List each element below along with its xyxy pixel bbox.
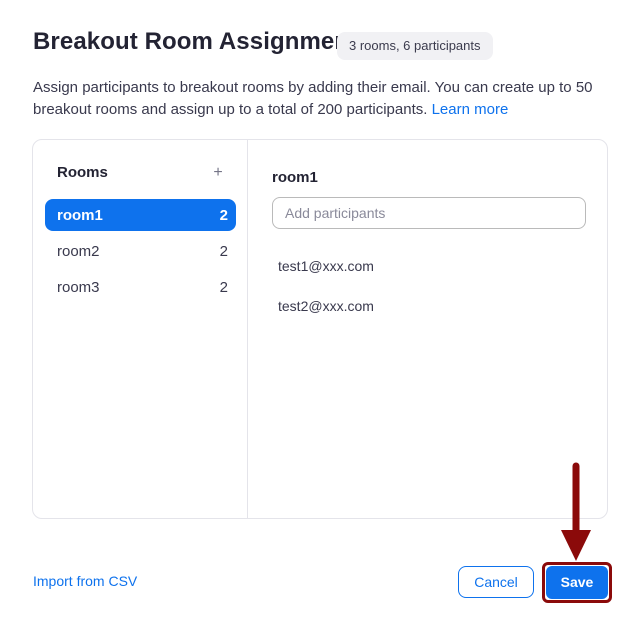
cancel-button[interactable]: Cancel <box>458 566 534 598</box>
participant-item: test1@xxx.com <box>278 258 374 274</box>
save-button[interactable]: Save <box>546 566 608 599</box>
rooms-sidebar: Rooms + room1 2 room2 2 room3 2 <box>33 140 248 518</box>
participant-list: test1@xxx.com test2@xxx.com <box>278 256 374 336</box>
assignment-panel: Rooms + room1 2 room2 2 room3 2 room1 Ad… <box>32 139 608 519</box>
room-list: room1 2 room2 2 room3 2 <box>45 199 236 307</box>
learn-more-link[interactable]: Learn more <box>432 101 509 118</box>
room-item-room3[interactable]: room3 2 <box>45 271 236 303</box>
dialog-description: Assign participants to breakout rooms by… <box>33 77 608 121</box>
description-text: Assign participants to breakout rooms by… <box>33 79 593 118</box>
room-participant-count: 2 <box>219 278 228 296</box>
import-from-csv-link[interactable]: Import from CSV <box>33 573 137 589</box>
add-participants-input[interactable] <box>272 197 586 229</box>
room-item-room1[interactable]: room1 2 <box>45 199 236 231</box>
room-name: room1 <box>57 206 103 224</box>
breakout-room-dialog: Breakout Room Assignment 3 rooms, 6 part… <box>0 0 637 619</box>
plus-icon[interactable]: + <box>209 164 227 182</box>
room-name: room2 <box>57 242 100 260</box>
down-arrow-icon <box>561 462 591 561</box>
room-participant-count: 2 <box>219 206 228 224</box>
rooms-heading: Rooms <box>57 164 108 181</box>
room-name: room3 <box>57 278 100 296</box>
room-item-room2[interactable]: room2 2 <box>45 235 236 267</box>
participant-item: test2@xxx.com <box>278 298 374 314</box>
dialog-title: Breakout Room Assignment <box>33 28 358 55</box>
selected-room-title: room1 <box>272 169 318 186</box>
room-detail: room1 test1@xxx.com test2@xxx.com <box>248 140 607 518</box>
room-participant-count: 2 <box>219 242 228 260</box>
rooms-count-badge: 3 rooms, 6 participants <box>337 32 493 60</box>
